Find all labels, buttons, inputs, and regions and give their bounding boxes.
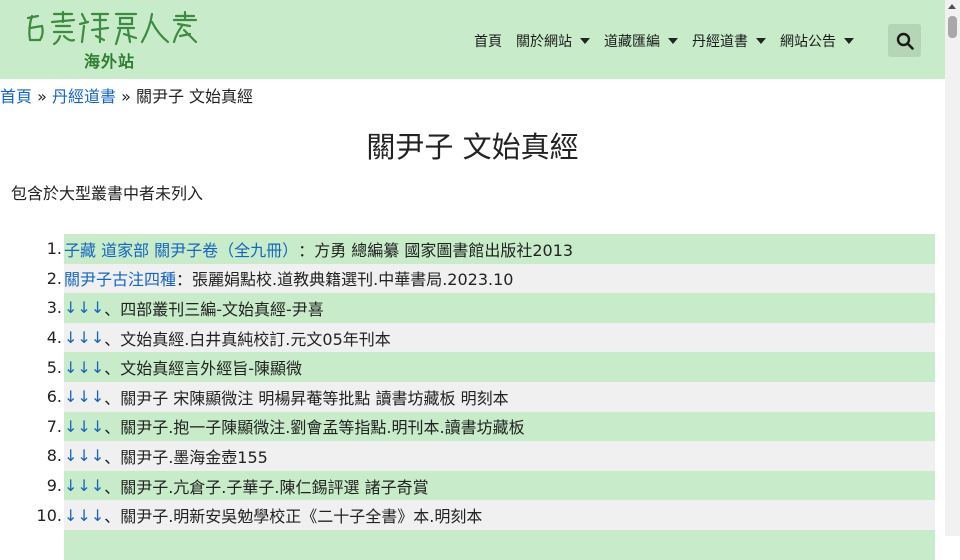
chevron-down-icon: [756, 38, 766, 44]
list-item-link[interactable]: ↓↓↓: [64, 358, 104, 377]
list-item-link[interactable]: ↓↓↓: [64, 328, 104, 347]
breadcrumb: 首頁 » 丹經道書 » 關尹子 文始真經: [0, 83, 253, 107]
list-item: 3. ↓↓↓ 、四部叢刊三編-文始真經-尹喜: [0, 293, 935, 323]
list-item: 1. 子藏 道家部 關尹子卷（全九冊） ：方勇 總編纂 國家圖書館出版社2013: [0, 234, 935, 264]
list-item-link[interactable]: ↓↓↓: [64, 506, 104, 525]
list-item: 6. ↓↓↓ 、關尹子 宋陳顯微注 明楊昇菴等批點 讀書坊藏板 明刻本: [0, 381, 935, 412]
intro-text: 包含於大型叢書中者未列入: [11, 184, 204, 203]
list-item-number: 2.: [46, 268, 62, 288]
chevron-down-icon: [580, 38, 590, 44]
list-item: 2. 關尹子古注四種 ：張麗娟點校.道教典籍選刊.中華書局.2023.10: [0, 263, 935, 294]
scroll-up-icon[interactable]: [948, 4, 956, 9]
breadcrumb-home-link[interactable]: 首頁: [0, 87, 32, 106]
list-item: 4. ↓↓↓ 、文始真經.白井真純校訂.元文05年刊本: [0, 322, 935, 353]
vertical-scrollbar[interactable]: [945, 0, 960, 536]
list-item-number: 3.: [46, 298, 62, 318]
chevron-down-icon: [668, 38, 678, 44]
list-item-text: 、關尹子.抱一子陳顯微注.劉會孟等指點.明刊本.讀書坊藏板: [104, 418, 525, 438]
list-item: 10. ↓↓↓ 、關尹子.明新安吳勉學校正《二十子全書》本.明刻本: [0, 500, 935, 530]
list-item-text: 、文始真經.白井真純校訂.元文05年刊本: [104, 329, 391, 349]
list-item-link[interactable]: 關尹子古注四種: [64, 266, 176, 290]
main-nav: 首頁 關於網站 道藏匯編 丹經道書 網站公告: [474, 30, 868, 52]
list-item-number: 10.: [36, 505, 62, 525]
site-logo[interactable]: 海外站: [24, 8, 199, 71]
list-item-link[interactable]: ↓↓↓: [64, 387, 104, 406]
search-button[interactable]: [888, 24, 921, 57]
nav-daozang-label: 道藏匯編: [604, 34, 660, 50]
list-item-number: 5.: [46, 357, 62, 377]
list-item-number: 8.: [46, 446, 62, 466]
scroll-thumb[interactable]: [948, 16, 957, 38]
nav-danjing-label: 丹經道書: [692, 34, 748, 50]
breadcrumb-category-link[interactable]: 丹經道書: [52, 87, 116, 106]
breadcrumb-separator: »: [32, 87, 52, 106]
list-item: 8. ↓↓↓ 、關尹子.墨海金壺155: [0, 441, 935, 471]
list-item-link[interactable]: ↓↓↓: [64, 446, 104, 465]
nav-announcements[interactable]: 網站公告: [780, 31, 854, 51]
list-item-link[interactable]: ↓↓↓: [64, 298, 104, 317]
breadcrumb-separator: »: [116, 87, 136, 106]
list-item-text: 、關尹子 宋陳顯微注 明楊昇菴等批點 讀書坊藏板 明刻本: [104, 388, 509, 408]
list-item-number: 6.: [46, 387, 62, 407]
nav-home[interactable]: 首頁: [474, 31, 502, 51]
list-item: [0, 529, 935, 560]
list-item: 7. ↓↓↓ 、關尹子.抱一子陳顯微注.劉會孟等指點.明刊本.讀書坊藏板: [0, 411, 935, 442]
list-item-text: 、關尹子.亢倉子.子華子.陳仁錫評選 諸子奇賞: [104, 477, 429, 497]
search-icon: [896, 32, 914, 50]
list-item-number: 4.: [46, 328, 62, 348]
list-item-text: 、文始真經言外經旨-陳顯微: [104, 359, 302, 379]
nav-announcements-label: 網站公告: [780, 34, 836, 50]
list-item-link[interactable]: ↓↓↓: [64, 476, 104, 495]
list-item-number: 9.: [46, 476, 62, 496]
nav-about[interactable]: 關於網站: [516, 31, 590, 51]
list-item-link[interactable]: 子藏 道家部 關尹子卷（全九冊）: [64, 237, 298, 261]
chevron-down-icon: [844, 38, 854, 44]
list-item-text: 、關尹子.墨海金壺155: [104, 447, 268, 467]
list-item-number: 7.: [46, 416, 62, 436]
list-item-text: 、四部叢刊三編-文始真經-尹喜: [104, 299, 324, 319]
nav-home-label: 首頁: [474, 34, 502, 50]
breadcrumb-current: 關尹子 文始真經: [135, 87, 254, 106]
list-item-text: 、關尹子.明新安吳勉學校正《二十子全書》本.明刻本: [104, 507, 483, 527]
list-item-text: ：張麗娟點校.道教典籍選刊.中華書局.2023.10: [176, 270, 514, 290]
list-item-link[interactable]: ↓↓↓: [64, 417, 104, 436]
logo-calligraphy-icon: [26, 10, 198, 46]
list-item: 9. ↓↓↓ 、關尹子.亢倉子.子華子.陳仁錫評選 諸子奇賞: [0, 470, 935, 501]
page-title: 關尹子 文始真經: [366, 130, 579, 164]
nav-danjing[interactable]: 丹經道書: [692, 31, 766, 51]
list-item-number: 1.: [46, 239, 62, 259]
book-list: 1. 子藏 道家部 關尹子卷（全九冊） ：方勇 總編纂 國家圖書館出版社2013 …: [0, 234, 935, 560]
logo-subtitle: 海外站: [84, 52, 136, 71]
list-item: 5. ↓↓↓ 、文始真經言外經旨-陳顯微: [0, 352, 935, 382]
site-header: 海外站 首頁 關於網站 道藏匯編 丹經道書 網站公告: [0, 0, 945, 79]
nav-about-label: 關於網站: [516, 34, 572, 50]
nav-daozang[interactable]: 道藏匯編: [604, 31, 678, 51]
list-item-text: ：方勇 總編纂 國家圖書館出版社2013: [298, 240, 574, 260]
